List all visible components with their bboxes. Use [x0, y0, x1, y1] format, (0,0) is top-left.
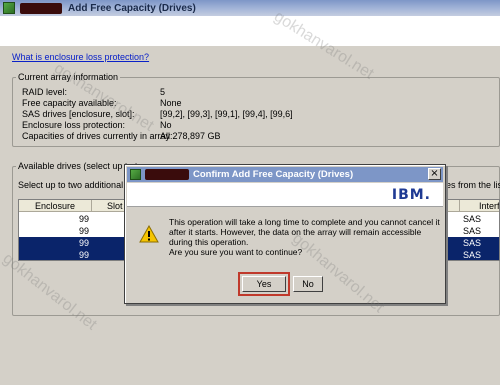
cell-enclosure: 99 — [79, 250, 90, 260]
info-row-raid-level: RAID level: 5 — [0, 87, 480, 98]
message-line: This operation will take a long time to … — [169, 217, 440, 227]
info-row-enclosure-loss: Enclosure loss protection: No — [0, 120, 480, 131]
cell-enclosure: 99 — [79, 238, 90, 248]
message-line: during this operation. — [169, 237, 249, 247]
title-redaction — [20, 2, 62, 14]
warning-icon — [139, 225, 159, 243]
dialog-app-icon — [130, 169, 141, 180]
header-banner — [0, 16, 500, 46]
confirm-dialog: Confirm Add Free Capacity (Drives) × IBM… — [124, 164, 446, 304]
dialog-title: Confirm Add Free Capacity (Drives) — [193, 169, 354, 180]
cell-interface: SAS — [463, 226, 482, 236]
dialog-titlebar[interactable]: Confirm Add Free Capacity (Drives) × — [127, 167, 443, 182]
info-value: None — [160, 98, 182, 108]
info-row-sas-drives: SAS drives [enclosure, slot]: [99,2], [9… — [0, 109, 480, 120]
close-icon[interactable]: × — [428, 168, 441, 180]
dialog-message: This operation will take a long time to … — [169, 217, 440, 257]
info-label: SAS drives [enclosure, slot]: — [22, 109, 135, 119]
column-header-interface[interactable]: Interf — [479, 201, 499, 211]
available-drives-instruction-tail: es from the list — [446, 180, 500, 190]
info-label: Free capacity available: — [22, 98, 117, 108]
info-value: All 278,897 GB — [160, 131, 221, 141]
dialog-header-banner: IBM. — [127, 183, 443, 207]
info-label: RAID level: — [22, 87, 68, 97]
info-row-free-capacity: Free capacity available: None — [0, 98, 480, 109]
info-row-capacities: Capacities of drives currently in array:… — [0, 131, 480, 142]
app-icon — [3, 2, 15, 14]
cell-interface: SAS — [463, 214, 482, 224]
message-line: after it starts. However, the data on th… — [169, 227, 422, 237]
main-titlebar: Add Free Capacity (Drives) — [0, 0, 500, 16]
column-header-enclosure[interactable]: Enclosure — [35, 201, 75, 211]
info-label: Capacities of drives currently in array: — [22, 131, 173, 141]
yes-button-label: Yes — [256, 279, 272, 289]
info-value: 5 — [160, 87, 166, 97]
ibm-logo: IBM. — [391, 187, 431, 203]
no-button-label: No — [302, 279, 314, 289]
cell-enclosure: 99 — [79, 214, 90, 224]
enclosure-loss-protection-link[interactable]: What is enclosure loss protection? — [12, 52, 149, 62]
cell-enclosure: 99 — [79, 226, 90, 236]
info-label: Enclosure loss protection: — [22, 120, 126, 130]
column-header-slot[interactable]: Slot — [107, 201, 123, 211]
message-question: Are you sure you want to continue? — [169, 247, 303, 257]
yes-button[interactable]: Yes — [242, 276, 286, 292]
dialog-title-redaction — [145, 169, 189, 180]
cell-interface: SAS — [463, 250, 482, 260]
info-value: No — [160, 120, 172, 130]
window-title: Add Free Capacity (Drives) — [68, 2, 196, 14]
available-drives-instruction: Select up to two additional dr — [18, 180, 134, 190]
current-array-legend: Current array information — [16, 72, 121, 82]
available-drives-legend: Available drives (select up to t — [16, 161, 140, 171]
no-button[interactable]: No — [293, 276, 323, 292]
cell-interface: SAS — [463, 238, 482, 248]
info-value: [99,2], [99,3], [99,1], [99,4], [99,6] — [160, 109, 293, 119]
